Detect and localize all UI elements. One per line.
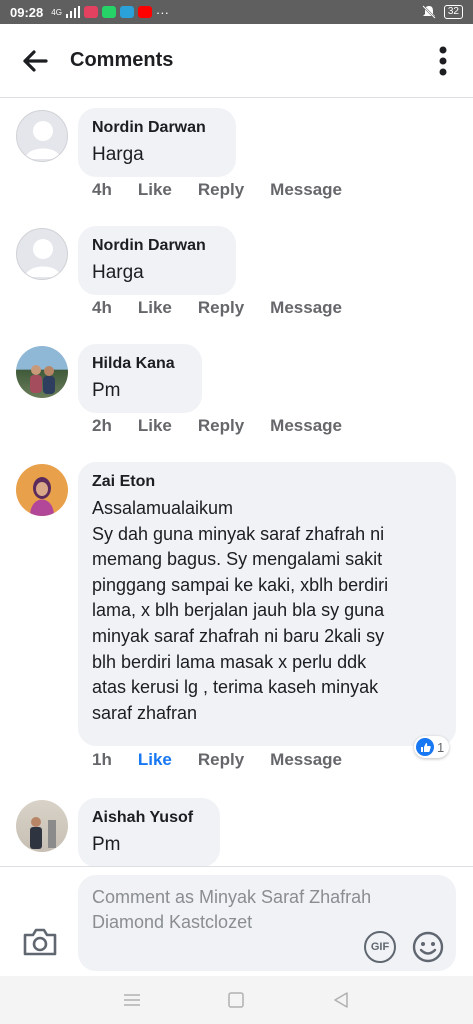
comment-actions: 2h Like Reply Message [92,416,368,436]
back-button[interactable] [0,24,70,98]
comment-author[interactable]: Hilda Kana [92,354,188,374]
reaction-count-badge[interactable]: 1 [414,736,450,758]
emoji-icon [412,931,444,963]
system-nav-bar [0,976,473,1024]
comment-bubble[interactable]: Zai Eton Assalamualaikum Sy dah guna min… [78,462,456,746]
comment-actions: 4h Like Reply Message [92,180,368,200]
reaction-count: 1 [437,739,445,755]
mute-icon [422,5,436,19]
menu-nav-button[interactable] [117,985,147,1015]
like-button[interactable]: Like [138,750,172,770]
comment-bubble[interactable]: Hilda Kana Pm [78,344,202,413]
emoji-button[interactable] [412,931,444,963]
app-header: Comments [0,24,473,98]
app-notification-icon [83,6,98,18]
menu-icon [124,994,141,1006]
comment-input[interactable]: Comment as Minyak Saraf Zhafrah Diamond … [78,875,456,971]
reply-button[interactable]: Reply [198,416,244,436]
profile-photo-icon [30,365,55,394]
signal-icon [65,6,80,18]
reply-button[interactable]: Reply [198,298,244,318]
comment-time: 4h [92,298,112,317]
message-button[interactable]: Message [270,750,342,770]
comment-bubble[interactable]: Aishah Yusof Pm [78,798,220,866]
comment-item: Aishah Yusof Pm [0,788,473,866]
comment-author[interactable]: Nordin Darwan [92,118,222,138]
page-title: Comments [70,49,174,71]
avatar[interactable] [16,346,68,398]
comment-time: 1h [92,750,112,769]
home-square-icon [228,992,245,1008]
avatar[interactable] [16,110,68,162]
default-avatar-icon [25,239,61,277]
like-button[interactable]: Like [138,180,172,200]
default-avatar-icon [25,121,61,159]
whatsapp-icon [101,6,116,18]
youtube-icon [137,6,152,18]
comment-item: Hilda Kana Pm 2h Like Reply Message [0,334,473,452]
gif-button[interactable]: GIF [364,931,396,963]
comment-bubble[interactable]: Nordin Darwan Harga [78,108,236,177]
comment-text: Harga [92,262,144,283]
comment-text: Pm [92,380,121,401]
telegram-icon [119,6,134,18]
more-vertical-icon [439,46,447,75]
comment-actions: 1h Like Reply Message [92,750,368,770]
camera-button[interactable] [22,927,62,963]
avatar[interactable] [16,800,68,852]
comment-actions: 4h Like Reply Message [92,298,368,318]
message-button[interactable]: Message [270,416,342,436]
comment-author[interactable]: Aishah Yusof [92,808,206,828]
comment-text: Assalamualaikum Sy dah guna minyak saraf… [92,498,389,723]
avatar[interactable] [16,228,68,280]
more-notifications-icon: ··· [155,4,169,20]
comment-text: Pm [92,834,121,855]
comment-item: Nordin Darwan Harga 4h Like Reply Messag… [0,216,473,334]
comment-author[interactable]: Nordin Darwan [92,236,222,256]
comment-time: 4h [92,180,112,199]
comment-text: Harga [92,144,144,165]
comment-time: 2h [92,416,112,435]
message-button[interactable]: Message [270,180,342,200]
comment-item: Zai Eton Assalamualaikum Sy dah guna min… [0,452,473,787]
status-time: 09:28 [10,4,44,20]
like-button[interactable]: Like [138,298,172,318]
reply-button[interactable]: Reply [198,750,244,770]
thumbs-up-icon [416,738,434,756]
back-triangle-icon [334,992,348,1008]
back-nav-button[interactable] [326,985,356,1015]
back-arrow-icon [23,49,48,72]
comment-item: Nordin Darwan Harga 4h Like Reply Messag… [0,98,473,216]
like-button[interactable]: Like [138,416,172,436]
status-icons: 4G ··· [51,5,169,20]
battery-indicator: 32 [443,5,463,19]
profile-photo-icon [30,817,56,849]
home-nav-button[interactable] [221,985,251,1015]
comment-author[interactable]: Zai Eton [92,472,442,492]
comment-bubble[interactable]: Nordin Darwan Harga [78,226,236,295]
network-label: 4G [51,7,62,17]
profile-photo-icon [30,477,54,516]
status-bar: 09:28 4G ··· 32 [0,0,473,24]
message-button[interactable]: Message [270,298,342,318]
comment-composer: Comment as Minyak Saraf Zhafrah Diamond … [0,866,473,976]
avatar[interactable] [16,464,68,516]
camera-icon [23,928,57,956]
comments-list[interactable]: Nordin Darwan Harga 4h Like Reply Messag… [0,98,473,866]
reply-button[interactable]: Reply [198,180,244,200]
more-options-button[interactable] [413,24,473,98]
